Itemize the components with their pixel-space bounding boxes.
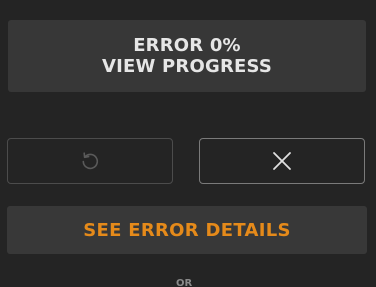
view-progress-button[interactable]: ERROR 0% VIEW PROGRESS [8,20,366,92]
or-separator-text: OR [176,278,193,287]
see-error-details-button[interactable]: SEE ERROR DETAILS [7,206,367,254]
view-progress-label: VIEW PROGRESS [101,56,273,77]
cancel-button[interactable] [199,138,365,184]
error-status-text: ERROR 0% [133,35,241,56]
see-error-details-label: SEE ERROR DETAILS [83,219,291,241]
download-panel: ERROR 0% VIEW PROGRESS SEE ERROR DETAILS… [0,0,376,287]
retry-button[interactable] [7,138,173,184]
retry-icon [82,152,99,170]
close-icon [273,152,291,170]
